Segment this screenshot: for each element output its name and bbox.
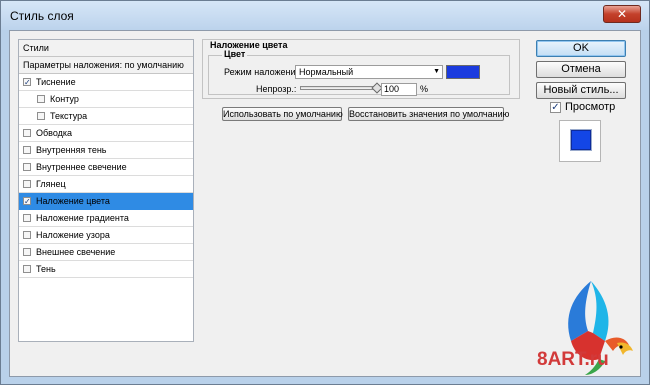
opacity-slider[interactable] [300,86,378,90]
layer-style-dialog: Стиль слоя ✕ Стили Параметры наложения: п… [0,0,650,385]
style-checkbox[interactable]: ✓ [23,78,31,87]
make-default-button[interactable]: Использовать по умолчанию [222,107,343,121]
style-row[interactable]: Глянец [19,176,193,193]
style-row[interactable]: Внутренняя тень [19,142,193,159]
style-row[interactable]: Стили [19,40,193,57]
style-checkbox[interactable] [23,214,31,222]
style-row[interactable]: Наложение узора [19,227,193,244]
window-title: Стиль слоя [10,9,74,23]
style-checkbox[interactable] [37,95,45,103]
style-row[interactable]: Текстура [19,108,193,125]
preview-swatch [571,130,591,150]
cancel-button[interactable]: Отмена [536,61,626,78]
style-row[interactable]: ✓ Тиснение [19,74,193,91]
color-subgroup-title: Цвет [222,49,248,59]
style-row[interactable]: Обводка [19,125,193,142]
blend-mode-select[interactable]: Нормальный ▼ [295,65,443,79]
style-row[interactable]: Внешнее свечение [19,244,193,261]
style-row-label: Тень [36,264,56,274]
style-checkbox[interactable] [23,248,31,256]
styles-list: Стили Параметры наложения: по умолчанию ✓ Т… [18,39,194,342]
ok-button[interactable]: OK [536,40,626,57]
style-checkbox[interactable] [23,231,31,239]
preview-checkbox[interactable]: ✓ [550,102,561,113]
opacity-input[interactable]: 100 [381,83,417,96]
style-checkbox[interactable] [23,146,31,154]
opacity-unit: % [420,84,429,94]
style-row[interactable]: ✓ Наложение цвета [19,193,193,210]
style-checkbox[interactable] [23,265,31,273]
watermark-text: 8ART.ru [537,349,609,370]
overlay-color-swatch[interactable] [446,65,480,79]
style-row-label: Внешнее свечение [36,247,116,257]
style-row-label: Тиснение [36,77,76,87]
style-checkbox[interactable] [23,180,31,188]
style-checkbox[interactable]: ✓ [23,197,31,206]
style-row[interactable]: Параметры наложения: по умолчанию [19,57,193,74]
close-button[interactable]: ✕ [603,5,641,23]
blend-mode-label: Режим наложения: [224,67,303,77]
style-checkbox[interactable] [37,112,45,120]
opacity-label: Непрозр.: [256,84,297,94]
style-row-label: Параметры наложения: по умолчанию [23,60,184,70]
style-row[interactable]: Тень [19,261,193,278]
title-bar[interactable]: Стиль слоя ✕ [1,1,649,30]
color-overlay-title: Наложение цвета [208,40,290,50]
new-style-button[interactable]: Новый стиль... [536,82,626,99]
preview-label: Просмотр [565,101,616,113]
style-row-label: Наложение узора [36,230,110,240]
style-row-label: Глянец [36,179,66,189]
style-row-label: Внутреннее свечение [36,162,127,172]
style-row-label: Внутренняя тень [36,145,107,155]
blend-mode-value: Нормальный [299,67,354,77]
style-row-label: Стили [23,43,49,53]
chevron-down-icon: ▼ [433,68,440,75]
style-row-label: Наложение цвета [36,196,110,206]
style-row-label: Наложение градиента [36,213,129,223]
style-row-label: Контур [50,94,79,104]
style-checkbox[interactable] [23,163,31,171]
style-checkbox[interactable] [23,129,31,137]
style-row-label: Обводка [36,128,73,138]
style-row-label: Текстура [50,111,88,121]
style-row[interactable]: Внутреннее свечение [19,159,193,176]
reset-default-button[interactable]: Восстановить значения по умолчанию [348,107,509,121]
style-row[interactable]: Контур [19,91,193,108]
style-row[interactable]: Наложение градиента [19,210,193,227]
